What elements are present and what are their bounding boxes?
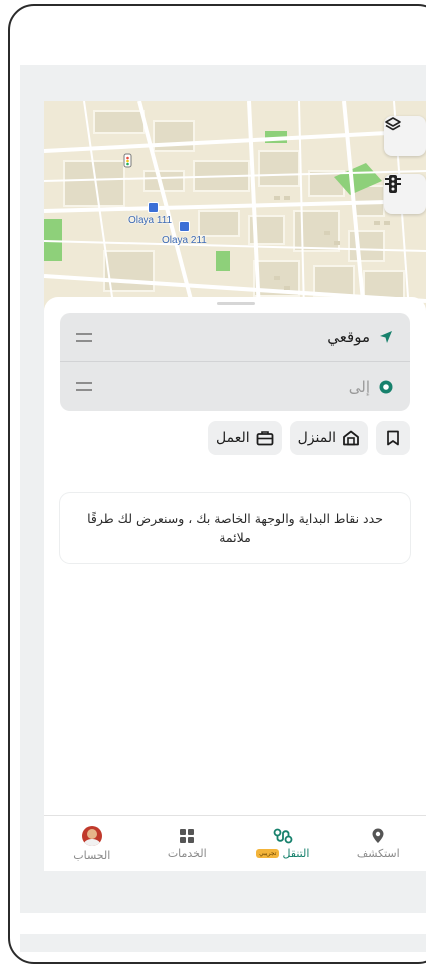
reorder-handle-icon[interactable] <box>76 382 92 391</box>
work-label: العمل <box>216 430 250 446</box>
home-shortcut[interactable]: المنزل <box>290 421 368 455</box>
bookmark-button[interactable] <box>376 421 410 455</box>
traffic-light-icon <box>384 174 402 194</box>
origin-label: موقعي <box>327 328 370 346</box>
tab-services[interactable]: الخدمات <box>140 816 236 871</box>
tab-label: الخدمات <box>168 847 207 860</box>
tab-label: استكشف <box>357 847 400 860</box>
bookmark-icon <box>386 430 400 446</box>
layers-icon <box>384 116 402 134</box>
route-inputs: موقعي إلى <box>60 313 410 411</box>
work-shortcut[interactable]: العمل <box>208 421 282 455</box>
tab-explore[interactable]: استكشف <box>331 816 426 871</box>
sheet-grabber[interactable] <box>217 302 255 305</box>
navigation-arrow-icon <box>378 329 394 345</box>
reorder-handle-icon[interactable] <box>76 333 92 342</box>
map-label-olaya-211: Olaya 211 <box>162 235 207 246</box>
home-icon <box>342 430 360 446</box>
route-icon <box>273 828 293 844</box>
map-label-olaya-111: Olaya 111 <box>128 215 172 226</box>
bottom-tab-bar: استكشف التنقل تجريبي الخدمات ا <box>44 815 426 871</box>
destination-dot-icon <box>378 379 394 395</box>
route-sheet: موقعي إلى <box>44 297 426 815</box>
grid-icon <box>179 828 195 844</box>
destination-field[interactable]: إلى <box>60 362 410 411</box>
origin-field[interactable]: موقعي <box>60 313 410 362</box>
home-label: المنزل <box>298 430 336 446</box>
tab-transit[interactable]: التنقل تجريبي <box>235 816 331 871</box>
bottom-strip <box>20 934 426 952</box>
tab-label-text: التنقل <box>282 847 309 860</box>
layers-button[interactable] <box>384 116 426 156</box>
bus-stop-icon[interactable] <box>148 202 159 213</box>
avatar <box>82 826 102 846</box>
route-hint: حدد نقاط البداية والوجهة الخاصة بك ، وسن… <box>60 493 410 563</box>
map-view[interactable]: Olaya 111 Olaya 211 <box>44 101 426 311</box>
tab-label: التنقل تجريبي <box>256 847 309 860</box>
saved-places: المنزل العمل <box>60 421 410 455</box>
map-tiles <box>44 101 426 311</box>
destination-label: إلى <box>349 378 370 396</box>
app-screen: Olaya 111 Olaya 211 <box>20 65 426 913</box>
traffic-button[interactable] <box>384 174 426 214</box>
location-pin-icon <box>371 828 385 844</box>
beta-badge: تجريبي <box>256 849 279 858</box>
tab-label: الحساب <box>73 849 110 862</box>
briefcase-icon <box>256 430 274 446</box>
tab-account[interactable]: الحساب <box>44 816 140 871</box>
bus-stop-icon[interactable] <box>179 221 190 232</box>
